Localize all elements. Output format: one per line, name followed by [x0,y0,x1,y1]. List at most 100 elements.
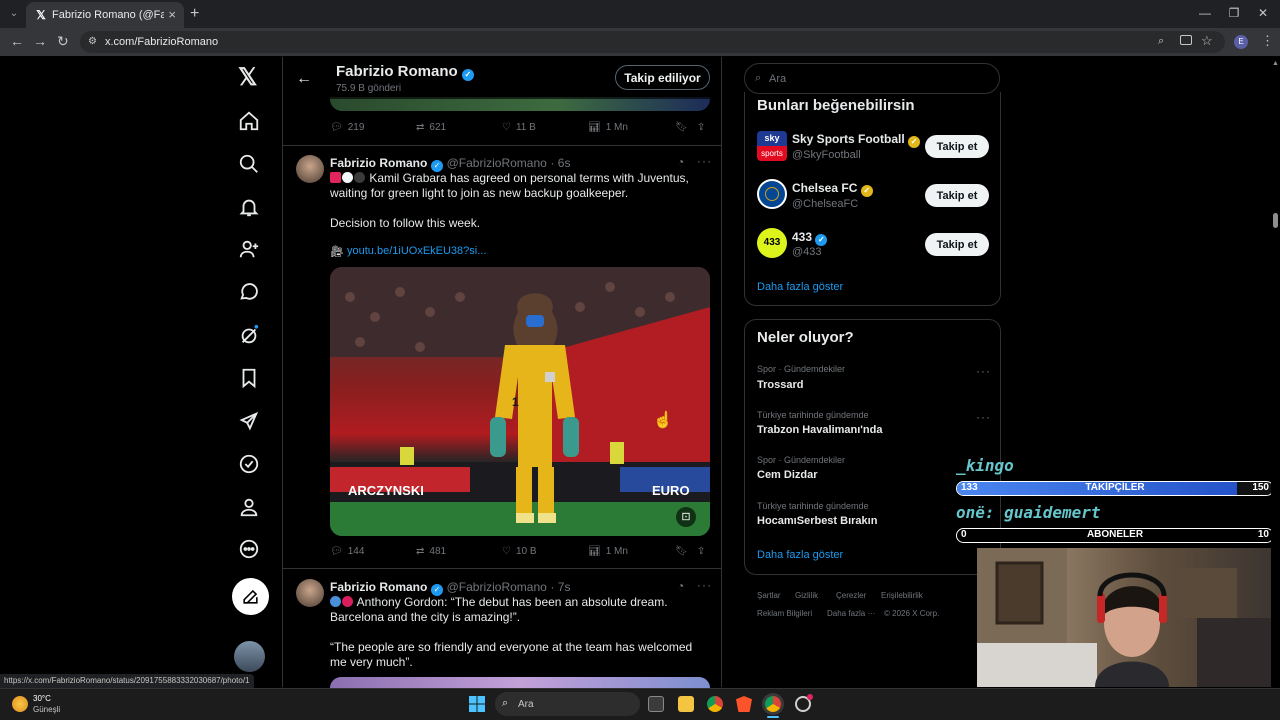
url-text[interactable]: x.com/FabrizioRomano [105,36,218,48]
tweet-photo[interactable]: ARCZYNSKI EURO 1 ⊡ [330,267,710,536]
433-logo[interactable]: 433 [757,228,787,258]
minimize-button[interactable]: — [1190,6,1220,20]
tab-close-icon[interactable]: × [168,8,176,21]
repost-button[interactable]: ⇄ 481 [416,546,446,557]
account-avatar[interactable] [234,641,265,672]
like-button[interactable]: ♡ 10 B [502,546,537,557]
tab-search-icon[interactable]: ⌄ [6,6,22,22]
sky-sports-logo[interactable]: sky sports [757,131,787,161]
tweet-more-icon[interactable]: ··· [697,578,712,592]
show-more-link[interactable]: Daha fazla göster [757,281,843,293]
new-tab-button[interactable]: + [190,6,199,22]
chrome-active-icon[interactable] [765,696,781,712]
suggestion-handle[interactable]: @SkyFootball [792,149,861,161]
file-explorer-icon[interactable] [678,696,694,712]
suggestion-handle[interactable]: @ChelseaFC [792,198,858,210]
page-scrollbar[interactable] [1271,57,1280,688]
site-info-icon[interactable]: ⚙ [88,36,97,47]
close-window-button[interactable]: ✕ [1248,6,1278,20]
previous-tweet-media[interactable] [330,97,710,111]
trend-name[interactable]: Trabzon Havalimanı'nda [757,424,882,436]
share-icon[interactable]: ⇪ [697,122,705,133]
trends-show-more-link[interactable]: Daha fazla göster [757,549,843,561]
install-app-icon[interactable] [1180,35,1192,45]
trend-name[interactable]: HocamıSerbest Bırakın [757,515,877,527]
share-icon[interactable]: ⇪ [697,546,705,557]
views-button[interactable]: 📊︎ 1 Mn [588,546,628,557]
tweet-time[interactable]: · 6s [550,156,570,170]
footer-link[interactable]: Daha fazla ··· [827,609,875,618]
grok-icon[interactable] [238,324,262,348]
tweet-author-name[interactable]: Fabrizio Romano [330,580,427,594]
views-button[interactable]: 📊︎ 1 Mn [588,122,628,133]
explore-search-icon[interactable] [238,153,262,177]
search-placeholder[interactable]: Ara [769,73,786,85]
grok-explain-icon[interactable]: ◔ [677,579,684,593]
chelsea-fc-logo[interactable] [757,179,787,209]
notifications-bell-icon[interactable] [238,196,262,220]
footer-link[interactable]: Reklam Bilgileri [757,609,812,618]
reply-button[interactable]: 💬︎ 219 [330,122,364,133]
messages-icon[interactable] [238,281,262,305]
scroll-up-icon[interactable]: ▲ [1272,60,1279,67]
taskbar-search-label[interactable]: Ara [518,699,534,710]
trend-name[interactable]: Cem Dizdar [757,469,818,481]
like-button[interactable]: ♡ 11 B [502,122,536,133]
suggestion-name[interactable]: 433 ✓ [792,230,828,246]
browser-tab[interactable]: 𝕏 Fabrizio Romano (@FabrizioRo... × [26,2,184,28]
bookmark-star-icon[interactable]: ☆ [1201,33,1213,49]
trend-more-icon[interactable]: ··· [976,364,991,378]
windows-start-icon[interactable] [469,696,485,712]
menu-kebab-icon[interactable]: ⋮ [1261,33,1274,49]
forward-icon[interactable]: → [33,34,47,48]
weather-description[interactable]: Güneşli [33,705,60,714]
task-view-icon[interactable] [648,696,664,712]
following-button[interactable]: Takip ediliyor [615,65,710,90]
tweet-media-preview[interactable] [330,677,710,688]
footer-link[interactable]: Şartlar [757,591,781,600]
tweet-author-name[interactable]: Fabrizio Romano [330,156,427,170]
tweet-time[interactable]: · 7s [550,580,570,594]
x-logo-icon[interactable]: 𝕏 [238,66,257,90]
back-icon[interactable]: ← [10,34,24,48]
image-grok-icon[interactable]: ⊡ [676,507,696,527]
more-options-icon[interactable] [238,538,262,562]
follow-button[interactable]: Takip et [925,233,989,256]
restore-button[interactable]: ❐ [1219,6,1249,20]
grok-explain-icon[interactable]: ◔ [677,155,684,169]
follow-add-user-icon[interactable] [238,238,262,262]
follow-button[interactable]: Takip et [925,184,989,207]
bookmark-icon[interactable]: 🔖︎ [675,122,688,133]
footer-link[interactable]: Erişilebilirlik [881,591,923,600]
tweet-more-icon[interactable]: ··· [697,154,712,168]
weather-temperature[interactable]: 30°C [33,694,51,703]
repost-button[interactable]: ⇄ 621 [416,122,446,133]
chrome-icon[interactable] [707,696,723,712]
compose-post-button[interactable] [232,578,269,615]
trend-more-icon[interactable]: ··· [976,410,991,424]
profile-avatar[interactable]: E [1234,35,1248,49]
tweet-author-avatar[interactable] [296,579,324,607]
profile-icon[interactable] [238,496,262,520]
follow-button[interactable]: Takip et [925,135,989,158]
home-icon[interactable] [238,110,262,134]
bookmark-icon[interactable]: 🔖︎ [675,546,688,557]
tweet-author-avatar[interactable] [296,155,324,183]
brave-browser-icon[interactable] [736,696,752,712]
footer-link[interactable]: Çerezler [836,591,866,600]
reload-icon[interactable]: ↻ [57,34,69,48]
zoom-icon[interactable]: ⌕ [1158,35,1164,48]
taskbar-search-box[interactable] [495,692,640,716]
tweet-author-handle[interactable]: @FabrizioRomano [447,156,547,170]
suggestion-name[interactable]: Sky Sports Football ✓ [792,132,921,148]
trend-name[interactable]: Trossard [757,379,803,391]
reply-button[interactable]: 💬︎ 144 [330,546,364,557]
weather-sun-icon[interactable] [12,696,28,712]
suggestion-name[interactable]: Chelsea FC ✓ [792,181,873,197]
footer-link[interactable]: Gizlilik [795,591,818,600]
tweet-link[interactable]: youtu.be/1iUOxEkEU38?si... [347,245,486,257]
tweet-author-handle[interactable]: @FabrizioRomano [447,580,547,594]
bookmarks-icon[interactable] [238,367,262,391]
verified-premium-icon[interactable] [238,453,262,477]
scrollbar-thumb[interactable] [1273,213,1278,228]
